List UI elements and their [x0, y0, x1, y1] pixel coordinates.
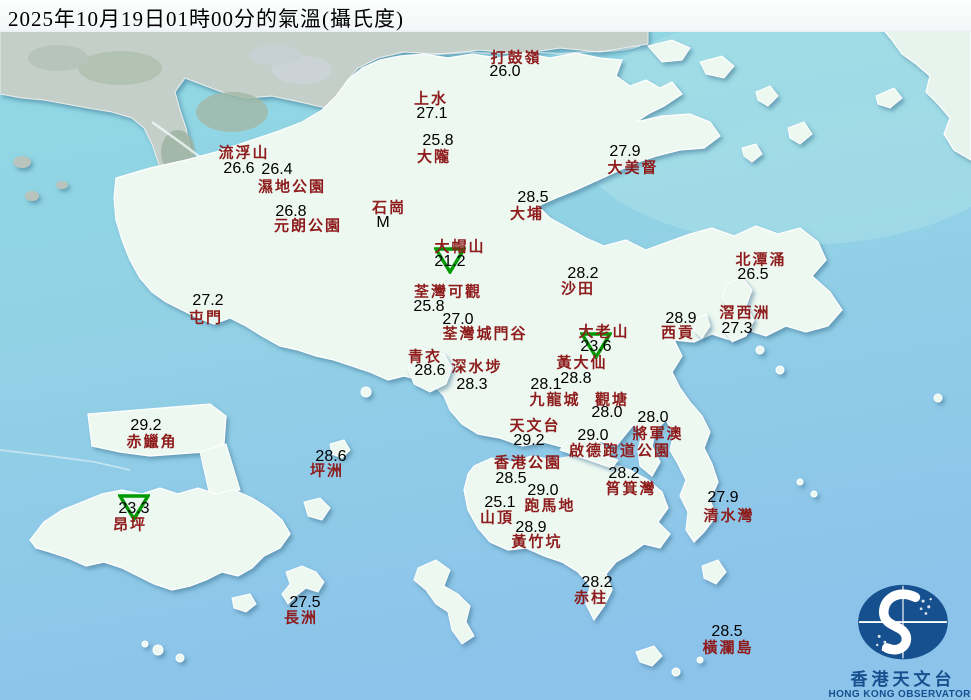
station-name-label: 大老山 [578, 321, 629, 342]
station-name-label: 天文台 [509, 415, 560, 436]
station-temp-value: 28.5 [495, 470, 526, 488]
station-name-label: 長洲 [284, 607, 318, 628]
station-name-label: 打鼓嶺 [490, 47, 541, 68]
station-name-label: 赤柱 [574, 587, 608, 608]
station-name-label: 沙田 [561, 278, 595, 299]
station-name-label: 赤鱲角 [126, 431, 177, 452]
station-temp-value: 27.3 [721, 320, 752, 338]
station-name-label: 昂坪 [113, 514, 147, 535]
station-name-label: 大美督 [607, 157, 658, 178]
hko-logo: 香港天文台 HONG KONG OBSERVATORY [823, 582, 971, 700]
station-name-label: 啟德跑道公園 [569, 440, 671, 461]
station-name-label: 流浮山 [218, 142, 269, 163]
station-name-label: 上水 [414, 88, 448, 109]
station-name-label: 石崗 [372, 197, 406, 218]
station-name-label: 山頂 [480, 507, 514, 528]
station-name-label: 深水埗 [451, 356, 502, 377]
station-name-label: 青衣 [408, 346, 442, 367]
station-name-label: 清水灣 [703, 505, 754, 526]
hko-logo-english: HONG KONG OBSERVATORY [823, 689, 971, 700]
station-name-label: 北潭涌 [735, 249, 786, 270]
station-temp-value: 28.3 [456, 376, 487, 394]
station-name-label: 筲箕灣 [605, 478, 656, 499]
station-name-label: 屯門 [189, 307, 223, 328]
hko-logo-chinese: 香港天文台 [823, 671, 971, 689]
station-name-label: 大隴 [417, 146, 451, 167]
station-name-label: 滘西洲 [719, 302, 770, 323]
station-temp-value: 28.8 [560, 370, 591, 388]
hko-logo-icon [855, 582, 951, 666]
station-name-label: 黃竹坑 [511, 531, 562, 552]
station-name-label: 九龍城 [529, 389, 580, 410]
temperature-map: 26.0打鼓嶺27.1上水25.8大隴26.6流浮山26.4濕地公園26.8元朗… [0, 0, 971, 700]
station-name-label: 濕地公園 [258, 176, 326, 197]
station-name-label: 黃大仙 [556, 352, 607, 373]
station-name-label: 元朗公園 [274, 215, 342, 236]
station-name-label: 荃灣城門谷 [442, 323, 527, 344]
station-name-label: 跑馬地 [524, 495, 575, 516]
station-name-label: 橫瀾島 [702, 637, 753, 658]
station-name-label: 香港公園 [494, 452, 562, 473]
station-temp-value: 26.6 [223, 160, 254, 178]
station-name-label: 大埔 [510, 203, 544, 224]
title-bar: 2025年10月19日01時00分的氣溫(攝氏度) [0, 0, 971, 32]
station-name-label: 西貢 [661, 322, 695, 343]
station-name-label: 觀塘 [595, 389, 629, 410]
page-title: 2025年10月19日01時00分的氣溫(攝氏度) [8, 3, 404, 33]
station-name-label: 荃灣可觀 [414, 281, 482, 302]
station-name-label: 坪洲 [310, 460, 344, 481]
station-name-label: 大帽山 [434, 236, 485, 257]
